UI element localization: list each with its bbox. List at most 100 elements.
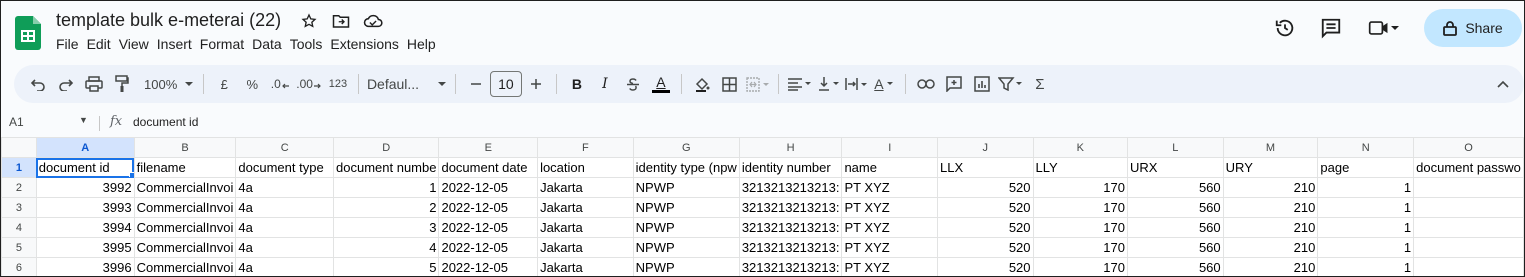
fill-handle[interactable] — [128, 172, 134, 177]
column-header-i[interactable]: I — [841, 137, 939, 158]
cell[interactable]: Jakarta — [537, 217, 634, 238]
cell[interactable]: 4a — [235, 197, 335, 218]
column-header-a[interactable]: A — [35, 137, 135, 158]
row-header[interactable]: 4 — [1, 217, 37, 238]
percent-format-button[interactable]: % — [240, 70, 264, 98]
column-header-d[interactable]: D — [333, 137, 440, 158]
decrease-decimal-button[interactable]: .0 — [268, 70, 292, 98]
paint-format-icon[interactable] — [110, 70, 134, 98]
cell[interactable]: 3213213213213: — [738, 257, 843, 276]
cell[interactable]: 210 — [1222, 177, 1319, 198]
filter-icon[interactable] — [997, 70, 1024, 98]
cell[interactable]: 520 — [937, 217, 1034, 238]
cell[interactable]: 170 — [1032, 237, 1128, 258]
cell[interactable]: CommercialInvoi — [133, 237, 237, 258]
increase-decimal-button[interactable]: .00 — [296, 70, 322, 98]
cell[interactable]: 1 — [1317, 217, 1415, 238]
column-header-e[interactable]: E — [438, 137, 539, 158]
text-wrapping-icon[interactable] — [845, 70, 869, 98]
menu-format[interactable]: Format — [200, 36, 244, 52]
meet-video-icon[interactable] — [1360, 11, 1408, 45]
cell[interactable]: 170 — [1032, 257, 1128, 276]
version-history-icon[interactable] — [1268, 11, 1302, 45]
cell[interactable]: 3213213213213: — [738, 197, 843, 218]
move-folder-icon[interactable] — [331, 10, 351, 32]
column-header-g[interactable]: G — [632, 137, 740, 158]
cell[interactable]: 5 — [333, 257, 440, 276]
cell[interactable]: 3213213213213: — [738, 217, 843, 238]
cell[interactable]: NPWP — [632, 197, 740, 218]
cell[interactable] — [1413, 257, 1524, 276]
borders-icon[interactable] — [718, 70, 742, 98]
bold-button[interactable]: B — [565, 70, 589, 98]
cell[interactable]: NPWP — [632, 217, 740, 238]
column-header-k[interactable]: K — [1032, 137, 1128, 158]
insert-chart-icon[interactable] — [970, 70, 994, 98]
star-icon[interactable] — [299, 10, 319, 32]
comments-icon[interactable] — [1314, 11, 1348, 45]
cell[interactable]: 4 — [333, 237, 440, 258]
document-title[interactable]: template bulk e-meterai (22) — [56, 10, 281, 31]
cell[interactable]: 210 — [1222, 217, 1319, 238]
cell[interactable] — [1413, 217, 1524, 238]
cell[interactable]: 3996 — [35, 257, 135, 276]
insert-link-icon[interactable] — [914, 70, 938, 98]
cell[interactable]: page — [1317, 157, 1415, 178]
cell[interactable]: Jakarta — [537, 197, 634, 218]
menu-edit[interactable]: Edit — [87, 36, 111, 52]
menu-view[interactable]: View — [119, 36, 149, 52]
cell[interactable] — [1413, 197, 1524, 218]
menu-insert[interactable]: Insert — [157, 36, 192, 52]
cell[interactable]: 3213213213213: — [738, 237, 843, 258]
cell[interactable]: LLY — [1032, 157, 1128, 178]
cloud-status-icon[interactable] — [363, 10, 383, 32]
cell[interactable]: 170 — [1032, 177, 1128, 198]
cell[interactable]: 4a — [235, 177, 335, 198]
redo-icon[interactable] — [54, 70, 78, 98]
print-icon[interactable] — [82, 70, 106, 98]
column-header-o[interactable]: O — [1413, 137, 1524, 158]
column-header-m[interactable]: M — [1222, 137, 1319, 158]
google-sheets-logo-icon[interactable] — [15, 16, 41, 50]
cell[interactable]: filename — [133, 157, 237, 178]
cell[interactable]: 520 — [937, 177, 1034, 198]
cell[interactable] — [1413, 177, 1524, 198]
cell[interactable]: document date — [438, 157, 539, 178]
vertical-align-icon[interactable] — [817, 70, 841, 98]
cell[interactable]: document numbe — [333, 157, 440, 178]
column-header-b[interactable]: B — [133, 137, 237, 158]
cell[interactable]: CommercialInvoi — [133, 197, 237, 218]
row-header[interactable]: 6 — [1, 257, 37, 276]
cell[interactable]: PT XYZ — [841, 237, 939, 258]
cell[interactable]: name — [841, 157, 939, 178]
cell[interactable]: 210 — [1222, 257, 1319, 276]
zoom-select[interactable]: 100% — [144, 70, 195, 98]
cell[interactable]: PT XYZ — [841, 257, 939, 276]
collapse-menus-icon[interactable] — [1496, 70, 1510, 101]
row-header[interactable]: 3 — [1, 197, 37, 218]
currency-format-button[interactable]: £ — [212, 70, 236, 98]
menu-tools[interactable]: Tools — [290, 36, 323, 52]
cell[interactable]: 170 — [1032, 197, 1128, 218]
cell[interactable]: Jakarta — [537, 257, 634, 276]
cell[interactable]: 560 — [1126, 237, 1224, 258]
column-header-n[interactable]: N — [1317, 137, 1415, 158]
insert-comment-icon[interactable] — [942, 70, 966, 98]
font-select[interactable]: Defaul... — [367, 70, 447, 98]
cell[interactable]: 520 — [937, 257, 1034, 276]
cell[interactable]: Jakarta — [537, 237, 634, 258]
text-rotation-button[interactable]: A — [873, 70, 897, 98]
cell[interactable]: 3992 — [35, 177, 135, 198]
cell[interactable]: 4a — [235, 257, 335, 276]
menu-data[interactable]: Data — [252, 36, 282, 52]
cell[interactable]: CommercialInvoi — [133, 257, 237, 276]
undo-icon[interactable] — [26, 70, 50, 98]
menu-extensions[interactable]: Extensions — [330, 36, 398, 52]
cell[interactable]: 560 — [1126, 217, 1224, 238]
cell[interactable]: CommercialInvoi — [133, 177, 237, 198]
cell[interactable]: NPWP — [632, 177, 740, 198]
row-header[interactable]: 2 — [1, 177, 37, 198]
cell[interactable]: NPWP — [632, 257, 740, 276]
cell[interactable]: 2 — [333, 197, 440, 218]
merge-cells-icon[interactable] — [746, 70, 770, 98]
